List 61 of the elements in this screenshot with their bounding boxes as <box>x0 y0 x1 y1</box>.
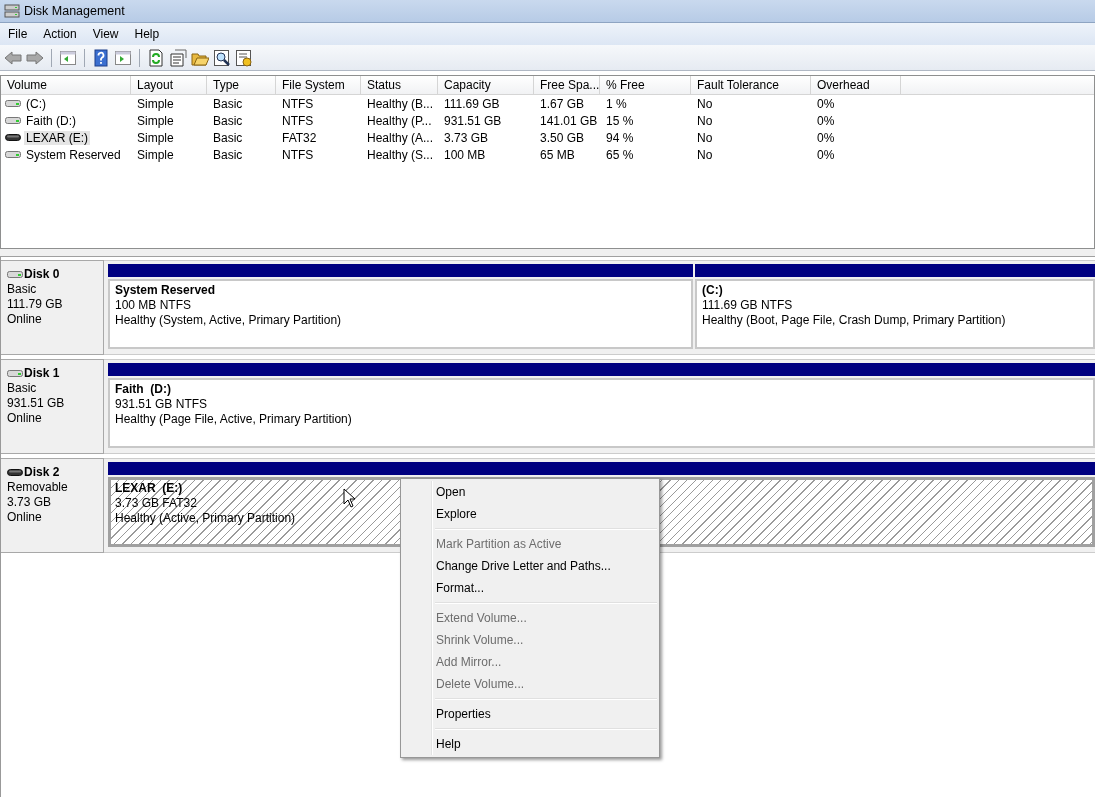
table-cell-text: 111.69 GB <box>443 95 501 112</box>
partition-size: 100 MB NTFS <box>115 298 192 313</box>
partition-name: LEXAR (E:) <box>115 481 183 496</box>
table-cell-text: 931.51 GB <box>443 112 503 129</box>
table-cell-text: 141.01 GB <box>539 112 599 129</box>
table-cell-text: NTFS <box>281 95 315 112</box>
table-cell-text: 15 % <box>605 112 635 129</box>
disk-status: Online <box>7 411 43 426</box>
disk-type: Basic <box>7 381 38 396</box>
table-cell-text: 1 % <box>605 95 628 112</box>
partition-name: System Reserved <box>115 283 216 298</box>
disk-type: Removable <box>7 480 69 495</box>
table-cell-text: FAT32 <box>281 129 318 146</box>
table-cell-text: No <box>696 112 714 129</box>
disk-status: Online <box>7 312 43 327</box>
table-cell-text: 0% <box>816 146 836 163</box>
disk-size: 931.51 GB <box>7 396 66 411</box>
table-cell-text: Basic <box>212 95 244 112</box>
disk-type: Basic <box>7 282 38 297</box>
table-cell-text: Healthy (B... <box>366 95 435 112</box>
partition-name: (C:) <box>702 283 723 298</box>
partition-size: 3.73 GB FAT32 <box>115 496 197 511</box>
table-cell-text: Simple <box>136 95 175 112</box>
partition-status: Healthy (Boot, Page File, Crash Dump, Primary Partition) <box>702 313 1006 328</box>
disk-size: 111.79 GB <box>7 297 64 312</box>
table-cell-text: Basic <box>212 129 244 146</box>
table-cell-text: NTFS <box>281 146 315 163</box>
table-cell-text: Healthy (A... <box>366 129 435 146</box>
table-cell-text: No <box>696 146 714 163</box>
partition-name: Faith (D:) <box>115 382 171 397</box>
table-cell-text: Healthy (S... <box>366 146 435 163</box>
table-cell-text: Simple <box>136 129 175 146</box>
table-cell-text: Healthy (P... <box>366 112 433 129</box>
table-cell-text: 0% <box>816 129 836 146</box>
partition-status: Healthy (Page File, Active, Primary Partition) <box>115 412 352 427</box>
disk-size: 3.73 GB <box>7 495 53 510</box>
partition-status: Healthy (System, Active, Primary Partition) <box>115 313 342 328</box>
table-cell-text: 65 % <box>605 146 635 163</box>
table-cell-text: 1.67 GB <box>539 95 586 112</box>
disk-name: Disk 1 <box>24 366 60 381</box>
table-cell-text: Simple <box>136 146 175 163</box>
disk-name: Disk 2 <box>24 465 60 480</box>
table-cell-text: Basic <box>212 146 244 163</box>
table-cell-text: 94 % <box>605 129 635 146</box>
table-cell-text: 3.50 GB <box>539 129 586 146</box>
table-cell-text: 65 MB <box>539 146 576 163</box>
partition-size: 931.51 GB NTFS <box>115 397 208 412</box>
table-cell-text: 100 MB <box>443 146 487 163</box>
table-cell-text: Simple <box>136 112 175 129</box>
table-cell-text: 0% <box>816 95 836 112</box>
table-cell-text: No <box>696 95 714 112</box>
disk-name: Disk 0 <box>24 267 60 282</box>
table-cell-text: No <box>696 129 714 146</box>
partition-size: 111.69 GB NTFS <box>702 298 793 313</box>
table-cell-text: 3.73 GB <box>443 129 490 146</box>
partition-status: Healthy (Active, Primary Partition) <box>115 511 296 526</box>
disk-status: Online <box>7 510 43 525</box>
table-cell-text: Basic <box>212 112 244 129</box>
window-title: Disk Management <box>24 4 125 18</box>
table-cell-text: NTFS <box>281 112 315 129</box>
table-cell-text: 0% <box>816 112 836 129</box>
